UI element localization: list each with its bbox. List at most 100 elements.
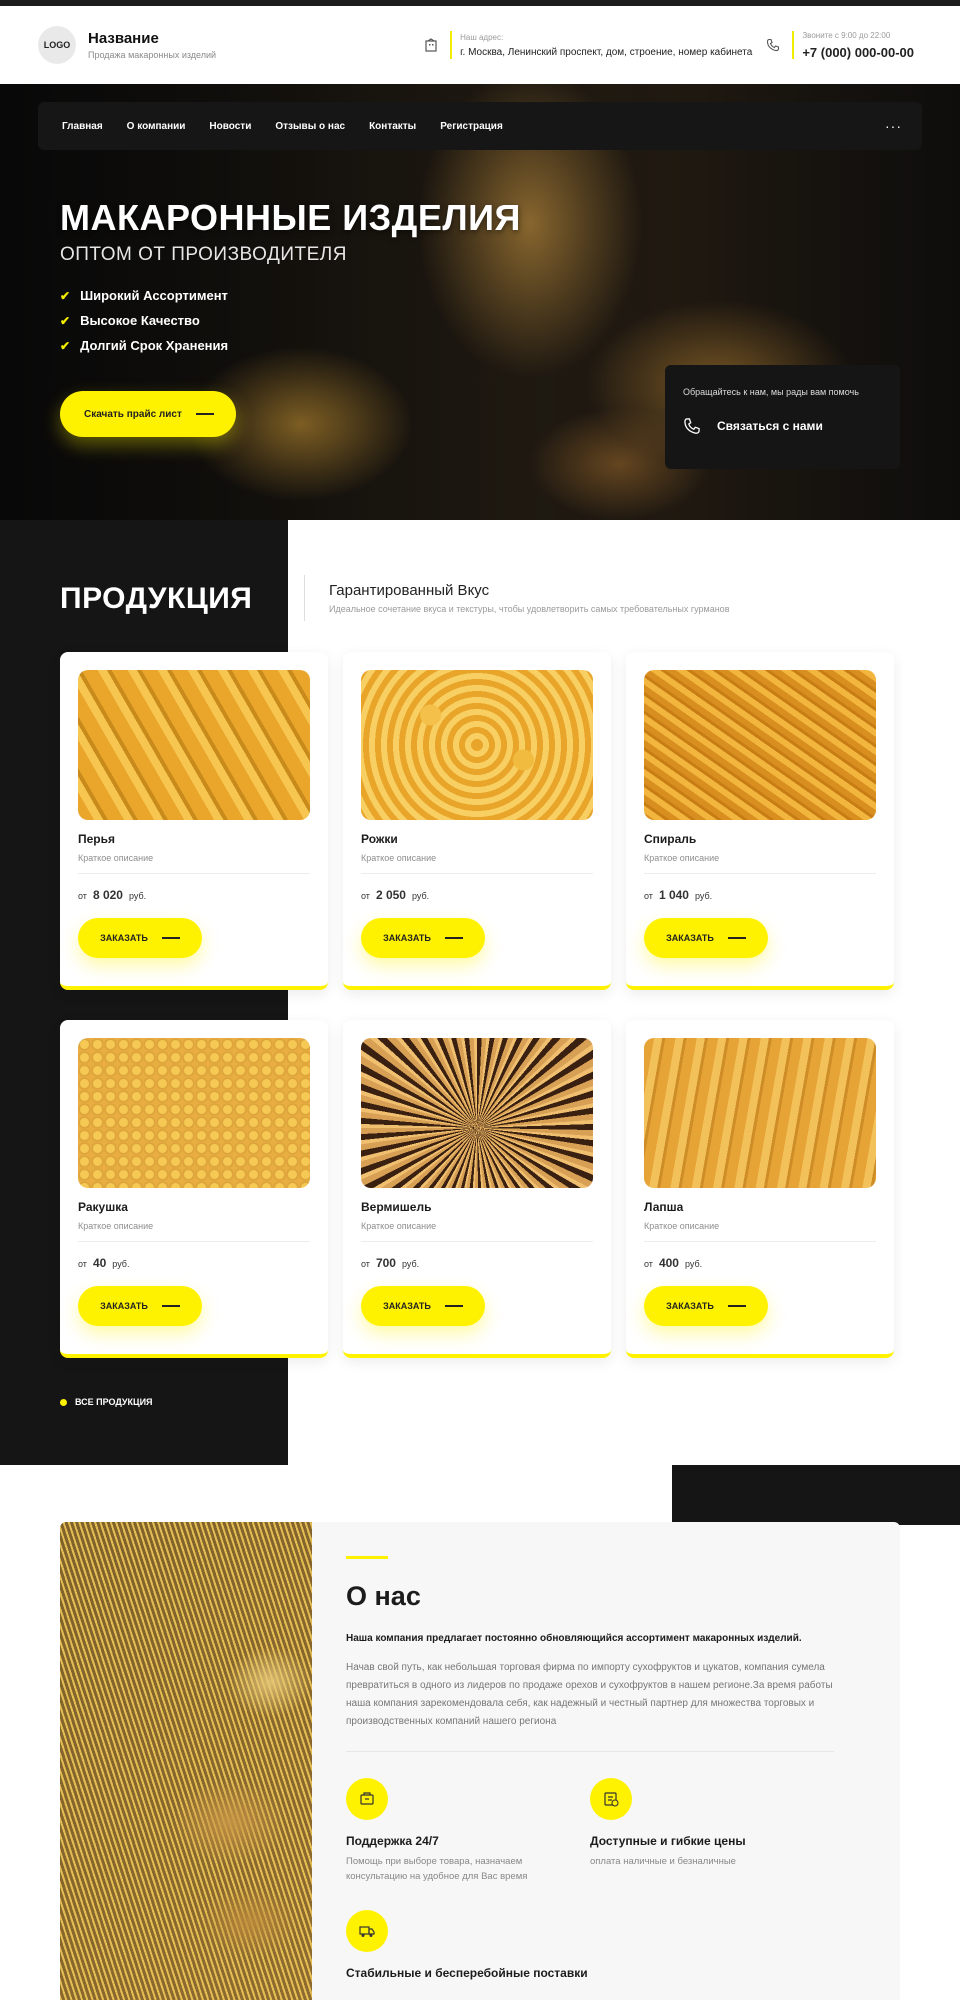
hero-feature: ✔ Широкий Ассортимент [60, 288, 228, 303]
product-card[interactable]: Вермишель Краткое описание от 700 руб. ЗАКАЗА… [343, 1020, 611, 1358]
product-image[interactable] [78, 670, 310, 820]
product-image[interactable] [644, 670, 876, 820]
feature-title: Доступные и гибкие цены [590, 1834, 746, 1848]
nav-item-reviews[interactable]: Отзывы о нас [275, 121, 345, 132]
product-price: от 700 руб. [361, 1256, 593, 1270]
nav-item-about[interactable]: О компании [127, 121, 186, 132]
contact-us-link[interactable]: Связаться с нами [683, 417, 882, 435]
download-price-button[interactable]: Скачать прайс лист [60, 391, 236, 437]
product-divider [78, 1241, 310, 1242]
product-price: от 8 020 руб. [78, 888, 310, 902]
site-title[interactable]: Название [88, 30, 216, 47]
price-value: 8 020 [92, 888, 123, 902]
product-name[interactable]: Вермишель [361, 1200, 593, 1214]
price-currency: руб. [401, 1259, 420, 1269]
product-price: от 2 050 руб. [361, 888, 593, 902]
phone-number[interactable]: +7 (000) 000-00-00 [802, 45, 914, 60]
product-card[interactable]: Лапша Краткое описание от 400 руб. ЗАКАЗАТЬ [626, 1020, 894, 1358]
hero-feature-label: Долгий Срок Хранения [80, 338, 229, 353]
product-name[interactable]: Перья [78, 832, 310, 846]
product-card[interactable]: Рожки Краткое описание от 2 050 руб. ЗАКАЗАТЬ [343, 652, 611, 990]
price-prefix: от [361, 891, 370, 901]
address-value: г. Москва, Ленинский проспект, дом, стро… [460, 46, 753, 58]
feature-support: Поддержка 24/7 Помощь при выборе товара,… [346, 1778, 590, 1884]
order-button[interactable]: ЗАКАЗАТЬ [644, 918, 768, 958]
product-price: от 1 040 руб. [644, 888, 876, 902]
products-divider [304, 575, 305, 621]
feature-title: Стабильные и бесперебойные поставки [346, 1966, 588, 1980]
hero-title: МАКАРОННЫЕ ИЗДЕЛИЯ [60, 197, 521, 238]
site-header: LOGO Название Продажа макаронных изделий… [0, 6, 960, 84]
support-icon [346, 1778, 388, 1820]
product-desc: Краткое описание [361, 1221, 437, 1231]
price-prefix: от [644, 1259, 653, 1269]
price-currency: руб. [694, 891, 713, 901]
about-lead: Наша компания предлагает постоянно обнов… [346, 1633, 802, 1644]
product-desc: Краткое описание [78, 1221, 154, 1231]
logo[interactable]: LOGO [38, 26, 76, 64]
product-name[interactable]: Ракушка [78, 1200, 310, 1214]
products-heading: Гарантированный Вкус Идеальное сочетание… [329, 582, 729, 614]
about-panel: О нас Наша компания предлагает постоянно… [312, 1522, 900, 2000]
products-description: Идеальное сочетание вкуса и текстуры, чт… [329, 604, 730, 614]
site-subtitle: Продажа макаронных изделий [88, 50, 217, 60]
phone-accent-bar [792, 31, 795, 59]
product-image[interactable] [361, 670, 593, 820]
price-value: 400 [658, 1256, 679, 1270]
nav-item-news[interactable]: Новости [209, 121, 251, 132]
all-products-label: ВСЕ ПРОДУКЦИЯ [75, 1397, 153, 1407]
arrow-line-icon [444, 937, 463, 939]
product-desc: Краткое описание [78, 853, 154, 863]
price-value: 1 040 [658, 888, 689, 902]
phone-icon [684, 418, 700, 434]
hero-feature: ✔ Высокое Качество [60, 313, 228, 328]
order-label: ЗАКАЗАТЬ [383, 933, 431, 943]
feature-title: Поддержка 24/7 [346, 1834, 439, 1848]
header-phone: Звоните с 9:00 до 22:00 +7 (000) 000-00-… [766, 31, 914, 60]
check-icon: ✔ [60, 313, 71, 328]
product-card[interactable]: Перья Краткое описание от 8 020 руб. ЗАКАЗАТЬ [60, 652, 328, 990]
about-image [60, 1522, 312, 2000]
product-name[interactable]: Спираль [644, 832, 876, 846]
products-title: ПРОДУКЦИЯ [60, 582, 253, 615]
feature-desc: Помощь при выборе товара, назначаем конс… [346, 1856, 528, 1882]
contact-box: Обращайтесь к нам, мы рады вам помочь Св… [665, 365, 900, 469]
product-image[interactable] [644, 1038, 876, 1188]
product-image[interactable] [361, 1038, 593, 1188]
product-card[interactable]: Ракушка Краткое описание от 40 руб. ЗАКАЗАТЬ [60, 1020, 328, 1358]
price-value: 40 [92, 1256, 107, 1270]
product-desc: Краткое описание [361, 853, 437, 863]
product-divider [644, 1241, 876, 1242]
price-prefix: от [644, 891, 653, 901]
header-address: Наш адрес: г. Москва, Ленинский проспект… [424, 31, 752, 59]
order-button[interactable]: ЗАКАЗАТЬ [78, 1286, 202, 1326]
arrow-line-icon [727, 1305, 746, 1307]
product-name[interactable]: Рожки [361, 832, 593, 846]
order-label: ЗАКАЗАТЬ [100, 933, 148, 943]
product-name[interactable]: Лапша [644, 1200, 876, 1214]
nav-item-registration[interactable]: Регистрация [440, 121, 503, 132]
nav-item-contacts[interactable]: Контакты [369, 121, 416, 132]
product-card[interactable]: Спираль Краткое описание от 1 040 руб. ЗАКАЗА… [626, 652, 894, 990]
price-value: 700 [375, 1256, 396, 1270]
products-subtitle: Гарантированный Вкус [329, 582, 490, 599]
product-desc: Краткое описание [644, 853, 720, 863]
order-button[interactable]: ЗАКАЗАТЬ [78, 918, 202, 958]
more-dots-icon[interactable]: ··· [885, 118, 902, 134]
order-button[interactable]: ЗАКАЗАТЬ [361, 1286, 485, 1326]
nav-item-home[interactable]: Главная [62, 121, 103, 132]
order-label: ЗАКАЗАТЬ [666, 1301, 714, 1311]
about-features: Поддержка 24/7 Помощь при выборе товара,… [346, 1778, 866, 1980]
feature-delivery: Стабильные и бесперебойные поставки [346, 1910, 590, 1980]
arrow-line-icon [161, 1305, 180, 1307]
order-button[interactable]: ЗАКАЗАТЬ [644, 1286, 768, 1326]
product-divider [361, 1241, 593, 1242]
all-products-link[interactable]: ВСЕ ПРОДУКЦИЯ [60, 1397, 153, 1407]
contact-question: Обращайтесь к нам, мы рады вам помочь [683, 387, 859, 397]
feature-prices: Доступные и гибкие цены оплата наличные … [590, 1778, 834, 1884]
address-accent-bar [450, 31, 453, 59]
product-image[interactable] [78, 1038, 310, 1188]
order-button[interactable]: ЗАКАЗАТЬ [361, 918, 485, 958]
price-currency: руб. [684, 1259, 703, 1269]
about-dark-panel [672, 1465, 960, 1525]
